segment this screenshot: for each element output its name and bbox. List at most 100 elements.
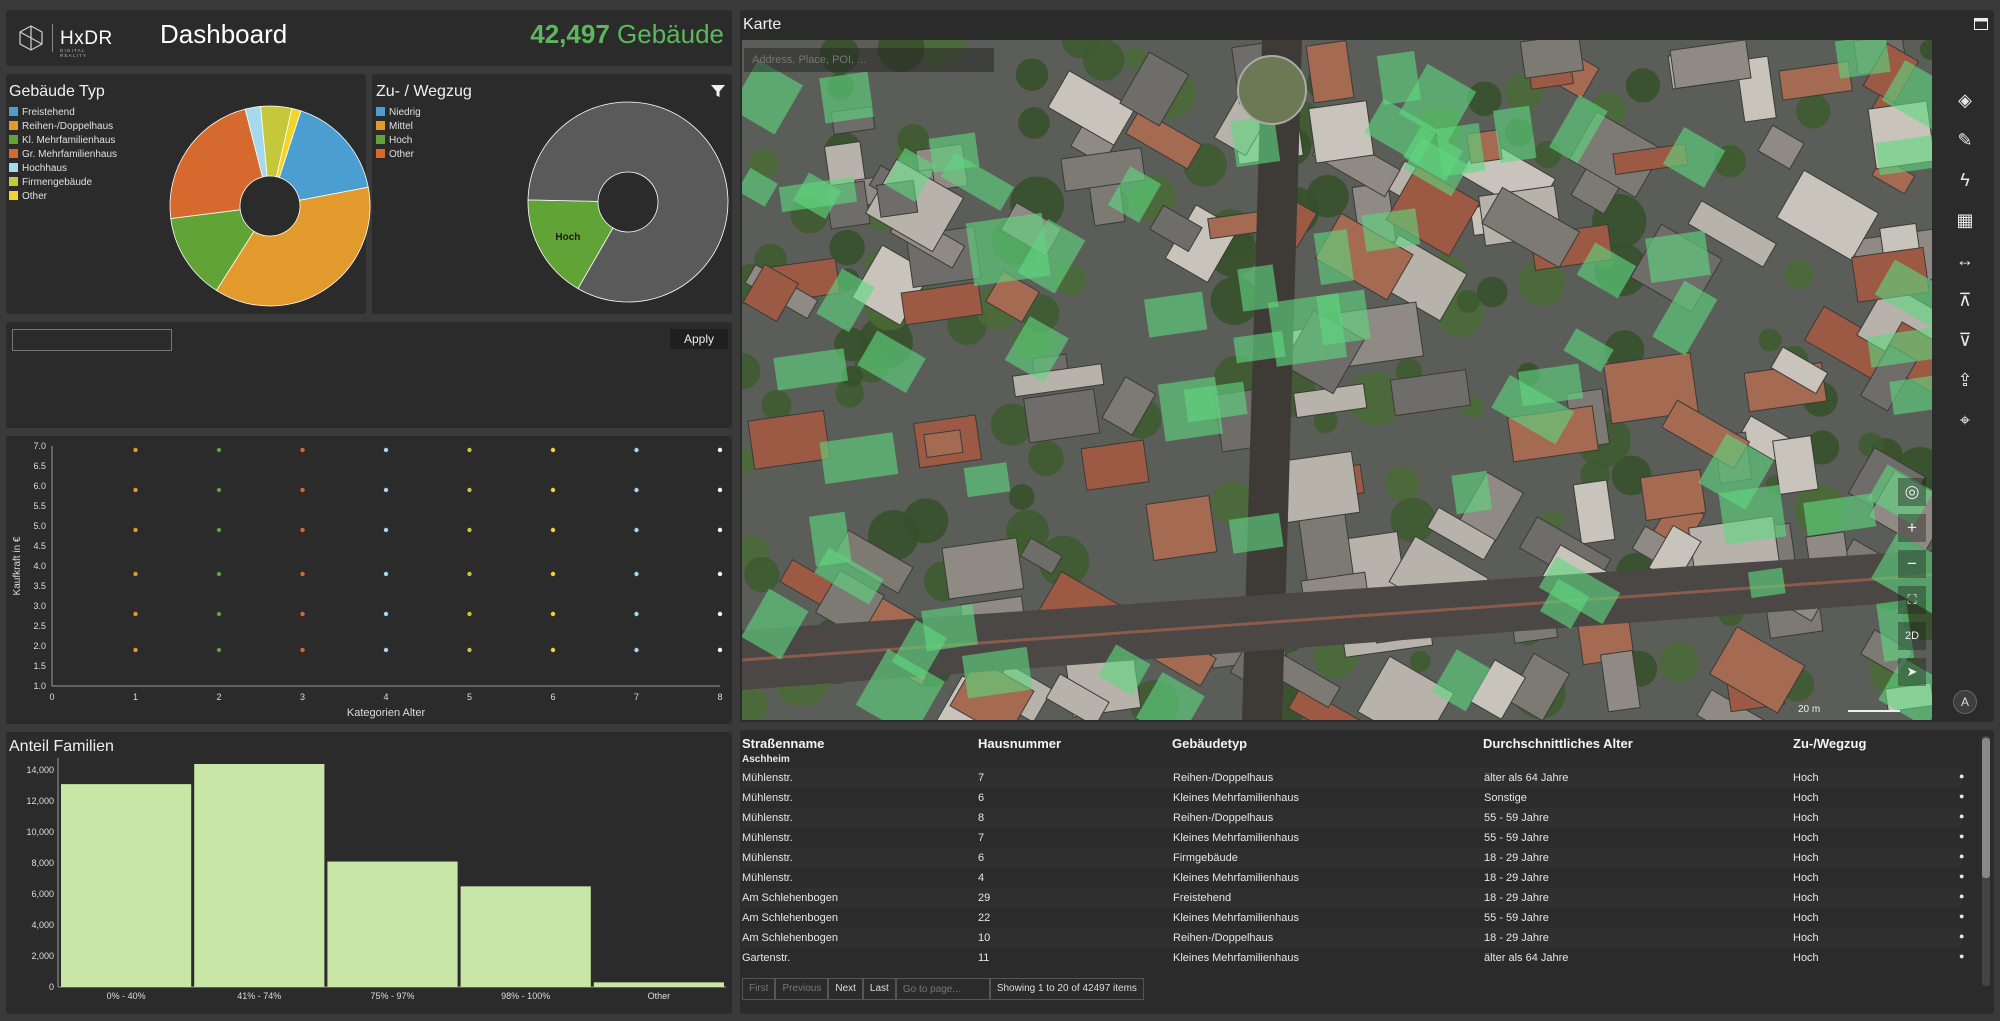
- bar[interactable]: [327, 861, 458, 987]
- table-row[interactable]: Mühlenstr. 4 Kleines Mehrfamilienhaus 18 - …: [742, 868, 1964, 888]
- legend-item[interactable]: Other: [376, 148, 421, 162]
- scatter-point[interactable]: [216, 647, 222, 653]
- table-row[interactable]: Mühlenstr. 6 Firmgebäude 18 - 29 Jahre Hoch ●: [742, 848, 1964, 868]
- bar[interactable]: [61, 784, 192, 987]
- row-marker-icon[interactable]: ●: [1959, 871, 1964, 881]
- scatter-point[interactable]: [634, 487, 639, 493]
- scatter-point[interactable]: [300, 487, 305, 493]
- pager-last-button[interactable]: Last: [862, 978, 896, 1000]
- scatter-point[interactable]: [300, 447, 305, 453]
- locate-icon[interactable]: ◎: [1898, 478, 1926, 506]
- scatter-point[interactable]: [216, 571, 222, 577]
- building-type-pie[interactable]: [156, 92, 376, 312]
- col-header-street[interactable]: Straßenname: [742, 736, 824, 751]
- row-marker-icon[interactable]: ●: [1959, 951, 1964, 961]
- row-marker-icon[interactable]: ●: [1959, 931, 1964, 941]
- scatter-point[interactable]: [300, 647, 305, 653]
- bar[interactable]: [593, 982, 724, 987]
- map-canvas[interactable]: ◎ + − ⛶ 2D ➤ 20 m: [742, 40, 1932, 720]
- scatter-point[interactable]: [383, 527, 389, 533]
- scatter-point[interactable]: [634, 527, 639, 533]
- highlighted-building[interactable]: [1645, 230, 1711, 284]
- row-marker-icon[interactable]: ●: [1959, 851, 1964, 861]
- table-row[interactable]: Mühlenstr. 8 Reihen-/Doppelhaus 55 - 59 Jah…: [742, 808, 1964, 828]
- pager-goto-input[interactable]: [895, 978, 990, 1000]
- filter-icon[interactable]: ⊽: [1952, 327, 1978, 353]
- scatter-point[interactable]: [550, 447, 556, 453]
- scatter-point[interactable]: [300, 527, 305, 533]
- mode-2d-button[interactable]: 2D: [1898, 622, 1926, 650]
- legend-item[interactable]: Freistehend: [9, 106, 117, 120]
- scatter-point[interactable]: [717, 527, 723, 533]
- col-header-migration[interactable]: Zu-/Wegzug: [1793, 736, 1866, 751]
- fullscreen-icon[interactable]: ⛶: [1898, 586, 1926, 614]
- row-marker-icon[interactable]: ●: [1959, 771, 1964, 781]
- table-scrollbar[interactable]: [1982, 736, 1990, 986]
- scatter-point[interactable]: [300, 571, 305, 577]
- scatter-point[interactable]: [216, 447, 222, 453]
- legend-item[interactable]: Gr. Mehrfamilienhaus: [9, 148, 117, 162]
- families-bar-chart[interactable]: 0 2,000 4,000 6,000 8,000 10,000 12,000 14,000 0…: [6, 732, 732, 1014]
- legend-item[interactable]: Firmengebäude: [9, 176, 117, 190]
- scatter-point[interactable]: [467, 527, 472, 533]
- zoom-in-button[interactable]: +: [1898, 514, 1926, 542]
- legend-item[interactable]: Mittel: [376, 120, 421, 134]
- table-row[interactable]: Mühlenstr. 7 Kleines Mehrfamilienhaus 55 - …: [742, 828, 1964, 848]
- scatter-point[interactable]: [467, 447, 472, 453]
- antenna-icon[interactable]: ⊼: [1952, 287, 1978, 313]
- scatter-point[interactable]: [634, 447, 639, 453]
- scatter-point[interactable]: [133, 487, 138, 493]
- layers-icon[interactable]: ◈: [1952, 87, 1978, 113]
- row-marker-icon[interactable]: ●: [1959, 791, 1964, 801]
- lightning-icon[interactable]: ϟ: [1952, 167, 1978, 193]
- maximize-icon[interactable]: [1974, 18, 1988, 30]
- highlighted-building[interactable]: [1747, 567, 1786, 598]
- scatter-point[interactable]: [550, 487, 556, 493]
- table-row[interactable]: Am Schlehenbogen 29 Freistehend 18 - 29 Jah…: [742, 888, 1964, 908]
- pager-previous-button[interactable]: Previous: [775, 978, 829, 1000]
- highlighted-building[interactable]: [1361, 208, 1421, 252]
- target-icon[interactable]: ⌖: [1952, 407, 1978, 433]
- bar[interactable]: [460, 886, 591, 987]
- migration-pie[interactable]: Hoch: [518, 92, 738, 312]
- table-row[interactable]: Mühlenstr. 7 Reihen-/Doppelhaus älter als 6…: [742, 768, 1964, 788]
- legend-item[interactable]: Kl. Mehrfamilienhaus: [9, 134, 117, 148]
- scatter-point[interactable]: [383, 611, 389, 617]
- pie-slice[interactable]: [169, 108, 264, 219]
- pager-next-button[interactable]: Next: [828, 978, 863, 1000]
- map-search-input[interactable]: [744, 48, 994, 72]
- apply-button[interactable]: Apply: [670, 329, 728, 349]
- legend-item[interactable]: Reihen-/Doppelhaus: [9, 120, 117, 134]
- table-row[interactable]: Gartenstr. 11 Kleines Mehrfamilienhaus älte…: [742, 948, 1964, 968]
- scatter-point[interactable]: [717, 611, 723, 617]
- col-header-number[interactable]: Hausnummer: [978, 736, 1061, 751]
- filter-input[interactable]: [12, 329, 172, 351]
- legend-item[interactable]: Hochhaus: [9, 162, 117, 176]
- col-header-type[interactable]: Gebäudetyp: [1172, 736, 1247, 751]
- scatter-point[interactable]: [550, 527, 556, 533]
- scatter-point[interactable]: [383, 487, 389, 493]
- scatter-point[interactable]: [634, 571, 639, 577]
- scatter-point[interactable]: [467, 647, 472, 653]
- scatter-point[interactable]: [216, 611, 222, 617]
- scatter-point[interactable]: [550, 647, 556, 653]
- scatter-point[interactable]: [216, 487, 222, 493]
- highlighted-building[interactable]: [1451, 470, 1493, 515]
- highlighted-building[interactable]: [1316, 289, 1371, 346]
- scatter-point[interactable]: [216, 527, 222, 533]
- highlighted-building[interactable]: [961, 646, 1033, 699]
- table-row[interactable]: Mühlenstr. 6 Kleines Mehrfamilienhaus Sonst…: [742, 788, 1964, 808]
- highlighted-building[interactable]: [1889, 375, 1932, 415]
- measure-icon[interactable]: ✎: [1952, 127, 1978, 153]
- scatter-point[interactable]: [467, 571, 472, 577]
- col-header-age[interactable]: Durchschnittliches Alter: [1483, 736, 1633, 751]
- scatter-point[interactable]: [133, 447, 138, 453]
- highlighted-building[interactable]: [819, 71, 874, 124]
- scatter-point[interactable]: [133, 611, 138, 617]
- legend-item[interactable]: Hoch: [376, 134, 421, 148]
- scatter-point[interactable]: [634, 611, 639, 617]
- scatter-point[interactable]: [383, 447, 389, 453]
- scatter-point[interactable]: [133, 527, 138, 533]
- highlighted-building[interactable]: [1492, 105, 1537, 163]
- scatter-point[interactable]: [300, 611, 305, 617]
